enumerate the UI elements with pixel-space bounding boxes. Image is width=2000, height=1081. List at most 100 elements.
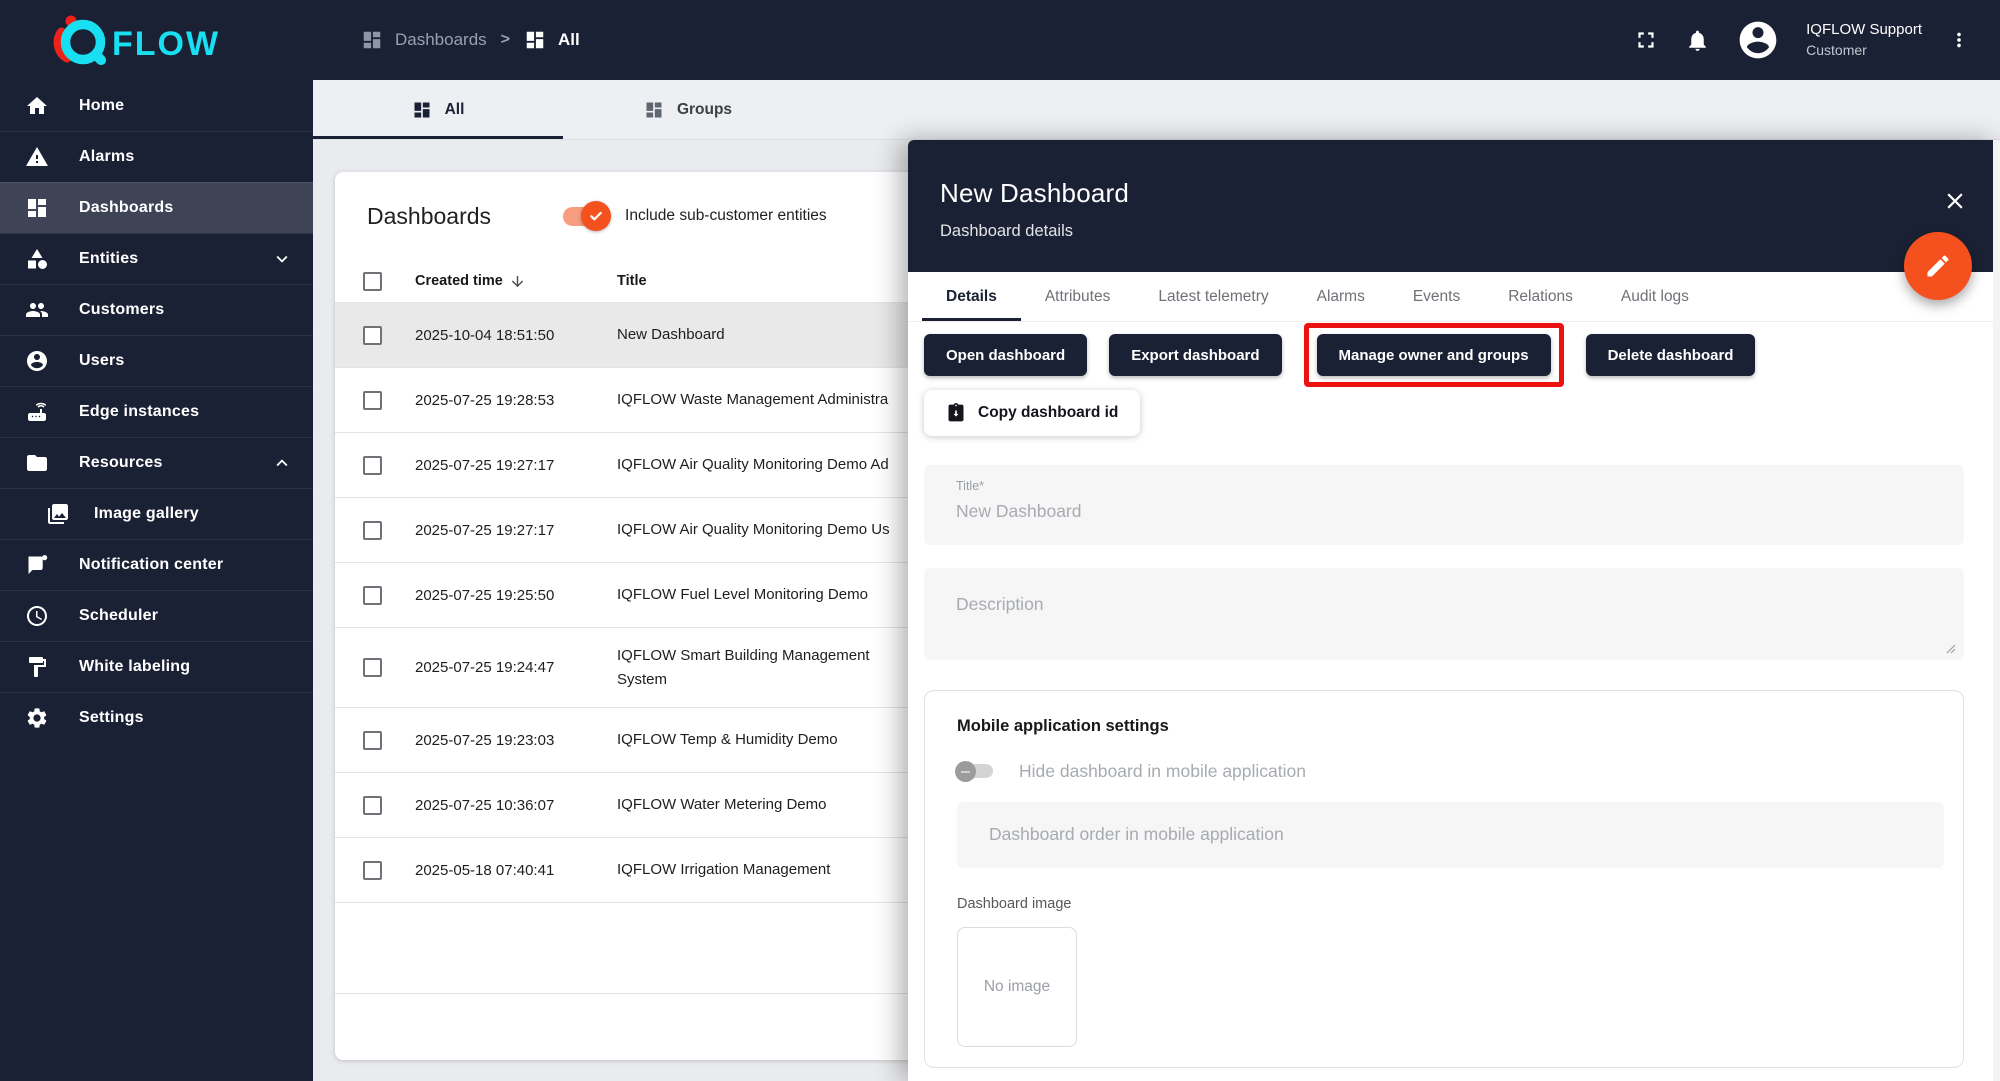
- panel-actions: Open dashboard Export dashboard Manage o…: [924, 324, 1755, 386]
- panel-tabs: Details Attributes Latest telemetry Alar…: [908, 272, 2000, 322]
- panel-scrollbar[interactable]: [1993, 140, 2000, 1081]
- user-name: IQFLOW Support: [1806, 20, 1922, 40]
- panel-body: Open dashboard Export dashboard Manage o…: [908, 322, 2000, 1081]
- dashboard-order-placeholder: Dashboard order in mobile application: [989, 824, 1944, 845]
- row-checkbox[interactable]: [363, 586, 382, 605]
- sidebar-item-home[interactable]: Home: [0, 80, 313, 131]
- close-icon[interactable]: [1942, 188, 1968, 214]
- breadcrumb-label: Dashboards: [395, 30, 487, 50]
- tab-events[interactable]: Events: [1389, 272, 1484, 321]
- format-paint-icon: [25, 655, 49, 679]
- fullscreen-icon[interactable]: [1633, 27, 1659, 53]
- router-icon: [25, 400, 49, 424]
- tab-alarms[interactable]: Alarms: [1293, 272, 1389, 321]
- gear-icon: [25, 706, 49, 730]
- breadcrumb-separator: >: [501, 31, 510, 49]
- entity-group-tabbar: All Groups: [313, 80, 2000, 140]
- sidebar-nav: Home Alarms Dashboards Entities Customer…: [0, 80, 313, 1081]
- row-checkbox[interactable]: [363, 326, 382, 345]
- sidebar-item-edge-instances[interactable]: Edge instances: [0, 386, 313, 437]
- breadcrumb-all[interactable]: All: [524, 29, 580, 51]
- include-subcustomer-label: Include sub-customer entities: [625, 207, 827, 225]
- check-icon: [588, 208, 604, 224]
- sidebar-item-dashboards[interactable]: Dashboards: [0, 182, 313, 233]
- chevron-down-icon: [271, 248, 293, 270]
- row-checkbox[interactable]: [363, 521, 382, 540]
- mobile-settings-card: Mobile application settings Hide dashboa…: [924, 690, 1964, 1068]
- sidebar-item-entities[interactable]: Entities: [0, 233, 313, 284]
- panel-subtitle: Dashboard details: [940, 222, 2000, 241]
- dashboard-grid-icon: [644, 100, 664, 120]
- delete-dashboard-button[interactable]: Delete dashboard: [1586, 334, 1756, 376]
- tab-relations[interactable]: Relations: [1484, 272, 1597, 321]
- row-checkbox[interactable]: [363, 861, 382, 880]
- breadcrumb-dashboards[interactable]: Dashboards: [361, 29, 487, 51]
- clock-icon: [25, 604, 49, 628]
- description-placeholder: Description: [956, 594, 1964, 615]
- resize-grip-icon[interactable]: [1944, 642, 1956, 654]
- copy-dashboard-id-button[interactable]: Copy dashboard id: [924, 390, 1140, 436]
- export-dashboard-button[interactable]: Export dashboard: [1109, 334, 1281, 376]
- panel-header: New Dashboard Dashboard details: [908, 140, 2000, 272]
- top-bar: FLOW Dashboards > All IQFLOW Support: [0, 0, 2000, 80]
- no-image-text: No image: [984, 978, 1050, 996]
- row-checkbox[interactable]: [363, 658, 382, 677]
- tab-groups[interactable]: Groups: [563, 80, 813, 139]
- category-shapes-icon: [25, 247, 49, 271]
- sort-desc-icon: [509, 273, 526, 290]
- user-role: Customer: [1806, 41, 1922, 60]
- sidebar-item-settings[interactable]: Settings: [0, 692, 313, 743]
- pencil-icon: [1924, 252, 1952, 280]
- breadcrumb: Dashboards > All: [361, 29, 580, 51]
- dashboard-grid-icon: [524, 29, 546, 51]
- dashboard-grid-icon: [361, 29, 383, 51]
- sidebar-item-alarms[interactable]: Alarms: [0, 131, 313, 182]
- sidebar-item-image-gallery[interactable]: Image gallery: [0, 488, 313, 539]
- open-dashboard-button[interactable]: Open dashboard: [924, 334, 1087, 376]
- kebab-menu-icon[interactable]: [1948, 29, 1970, 51]
- tab-all[interactable]: All: [313, 80, 563, 139]
- user-avatar-icon[interactable]: [1736, 18, 1780, 62]
- topbar-actions: IQFLOW Support Customer: [1633, 18, 2000, 62]
- tab-attributes[interactable]: Attributes: [1021, 272, 1134, 321]
- dashboard-image-dropzone[interactable]: No image: [957, 927, 1077, 1047]
- dashboard-order-field[interactable]: Dashboard order in mobile application: [957, 802, 1944, 868]
- column-created-time[interactable]: Created time: [415, 273, 617, 290]
- edit-fab-button[interactable]: [1904, 232, 1972, 300]
- svg-text:FLOW: FLOW: [112, 25, 220, 63]
- app-logo[interactable]: FLOW: [0, 11, 313, 69]
- photo-library-icon: [46, 502, 70, 526]
- sidebar-item-scheduler[interactable]: Scheduler: [0, 590, 313, 641]
- chat-unread-icon: [25, 553, 49, 577]
- active-tab-indicator: [313, 136, 563, 139]
- row-checkbox[interactable]: [363, 796, 382, 815]
- people-icon: [25, 298, 49, 322]
- notifications-bell-icon[interactable]: [1685, 28, 1710, 53]
- hide-dashboard-toggle[interactable]: [957, 760, 995, 782]
- folder-icon: [25, 451, 49, 475]
- tab-latest-telemetry[interactable]: Latest telemetry: [1134, 272, 1292, 321]
- row-checkbox[interactable]: [363, 731, 382, 750]
- sidebar-item-resources[interactable]: Resources: [0, 437, 313, 488]
- chevron-up-icon: [271, 452, 293, 474]
- description-field[interactable]: Description: [924, 568, 1964, 660]
- sidebar-item-customers[interactable]: Customers: [0, 284, 313, 335]
- dashboard-image-label: Dashboard image: [957, 896, 1963, 912]
- row-checkbox[interactable]: [363, 391, 382, 410]
- tab-details[interactable]: Details: [922, 272, 1021, 321]
- dashboard-details-panel: New Dashboard Dashboard details Details …: [908, 140, 2000, 1081]
- manage-owner-groups-button[interactable]: Manage owner and groups: [1317, 334, 1551, 376]
- sidebar-item-notification-center[interactable]: Notification center: [0, 539, 313, 590]
- row-checkbox[interactable]: [363, 456, 382, 475]
- sidebar-item-white-labeling[interactable]: White labeling: [0, 641, 313, 692]
- include-subcustomer-toggle[interactable]: [563, 205, 609, 227]
- tab-audit-logs[interactable]: Audit logs: [1597, 272, 1713, 321]
- panel-title: New Dashboard: [940, 178, 2000, 209]
- select-all-checkbox[interactable]: [363, 272, 382, 291]
- breadcrumb-label: All: [558, 30, 580, 50]
- highlight-annotation-box: Manage owner and groups: [1304, 323, 1564, 387]
- dashboard-grid-icon: [25, 196, 49, 220]
- title-field[interactable]: Title* New Dashboard: [924, 465, 1964, 545]
- table-title: Dashboards: [367, 203, 491, 230]
- sidebar-item-users[interactable]: Users: [0, 335, 313, 386]
